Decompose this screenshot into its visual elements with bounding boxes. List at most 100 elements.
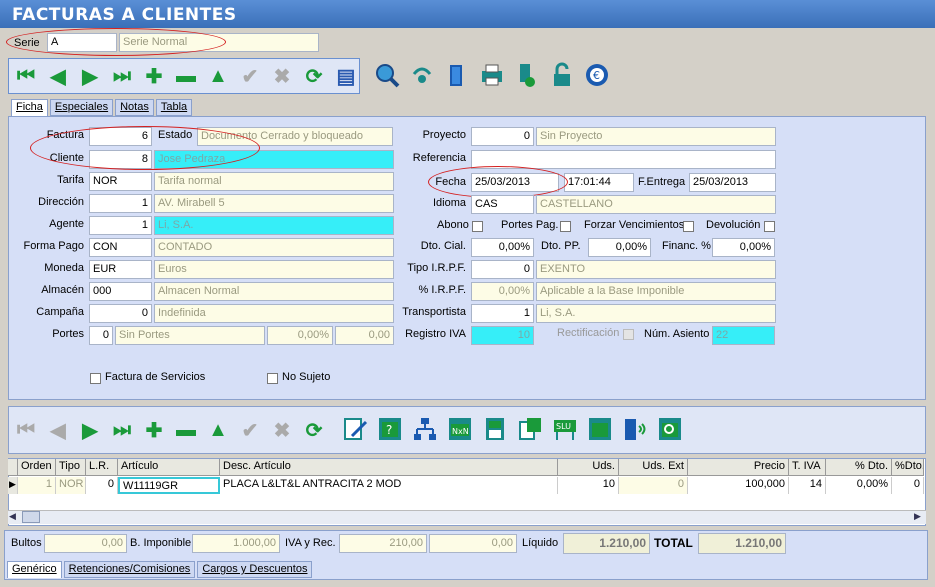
tab-notas[interactable]: Notas xyxy=(115,99,154,116)
tab-cargos-descuentos[interactable]: Cargos y Descuentos xyxy=(197,561,313,578)
portes-pag-checkbox[interactable] xyxy=(560,221,571,232)
exit-door-icon[interactable] xyxy=(442,60,472,90)
prev-record-icon[interactable]: ◀ xyxy=(44,62,72,90)
grid-header[interactable]: Uds. xyxy=(558,459,619,476)
lines-action-toolbar: ? NxN SLU xyxy=(340,414,685,444)
calculator-icon[interactable] xyxy=(480,414,510,444)
table-row[interactable]: ▶ 1 NOR 0 W11119GR PLACA L&LT&L ANTRACIT… xyxy=(8,477,924,494)
cancel-icon[interactable]: ✖ xyxy=(268,62,296,90)
refresh-icon[interactable]: ⟳ xyxy=(300,62,328,90)
refresh-lines-icon[interactable]: ⟳ xyxy=(300,416,328,444)
almacen-code-field[interactable]: 000 xyxy=(89,282,152,301)
agente-code-field[interactable]: 1 xyxy=(89,216,152,235)
grid-header[interactable]: T. IVA xyxy=(789,459,826,476)
prev-line-icon[interactable]: ◀ xyxy=(44,416,72,444)
financ-field[interactable]: 0,00% xyxy=(712,238,775,257)
grid-cell-articulo[interactable]: W11119GR xyxy=(118,477,220,494)
rectificacion-label: Rectificación xyxy=(557,327,620,339)
next-record-icon[interactable]: ▶ xyxy=(76,62,104,90)
grid-cell-tiva[interactable]: 14 xyxy=(789,477,826,494)
direccion-code-field[interactable]: 1 xyxy=(89,194,152,213)
transportista-code-field[interactable]: 1 xyxy=(471,304,534,323)
forzar-vencimientos-checkbox[interactable] xyxy=(683,221,694,232)
num-asiento-label: Núm. Asiento xyxy=(644,328,710,340)
dto-cial-field[interactable]: 0,00% xyxy=(471,238,534,257)
grid-header[interactable]: Artículo xyxy=(118,459,220,476)
registro-iva-label: Registro IVA xyxy=(405,328,466,340)
last-line-icon[interactable]: ⏭ xyxy=(108,416,136,444)
signal-icon[interactable] xyxy=(407,60,437,90)
grid-cell-dto[interactable]: 0,00% xyxy=(826,477,892,494)
edit-line-icon[interactable]: ▲ xyxy=(204,416,232,444)
tab-ficha[interactable]: Ficha xyxy=(11,99,48,116)
currency-exchange-icon[interactable] xyxy=(515,414,545,444)
add-line-icon[interactable]: ✚ xyxy=(140,416,168,444)
proyecto-code-field[interactable]: 0 xyxy=(471,127,534,146)
nxn-icon[interactable]: NxN xyxy=(445,414,475,444)
search-icon[interactable] xyxy=(372,60,402,90)
door-signal-icon[interactable] xyxy=(620,414,650,444)
grid-header[interactable]: Desc. Artículo xyxy=(220,459,558,476)
moneda-code-field[interactable]: EUR xyxy=(89,260,152,279)
help-window-icon[interactable]: ? xyxy=(375,414,405,444)
grid-cell-uds[interactable]: 10 xyxy=(558,477,619,494)
grid-header[interactable]: Tipo xyxy=(56,459,86,476)
list-icon[interactable]: ▤ xyxy=(332,62,360,90)
next-line-icon[interactable]: ▶ xyxy=(76,416,104,444)
dto-pp-field[interactable]: 0,00% xyxy=(588,238,651,257)
last-record-icon[interactable]: ⏭ xyxy=(108,62,136,90)
tab-retenciones[interactable]: Retenciones/Comisiones xyxy=(63,561,196,578)
grid-header[interactable]: %Dto.2 xyxy=(892,459,924,476)
grid-header[interactable]: Precio xyxy=(688,459,789,476)
grid-cell-desc[interactable]: PLACA L&LT&L ANTRACITA 2 MOD xyxy=(220,477,558,494)
edit-document-icon[interactable] xyxy=(340,414,370,444)
cancel-line-icon[interactable]: ✖ xyxy=(268,416,296,444)
abono-checkbox[interactable] xyxy=(472,221,483,232)
confirm-line-icon[interactable]: ✔ xyxy=(236,416,264,444)
no-sujeto-checkbox[interactable] xyxy=(267,373,278,384)
tipo-irpf-code-field[interactable]: 0 xyxy=(471,260,534,279)
confirm-icon[interactable]: ✔ xyxy=(236,62,264,90)
grid-cell-precio[interactable]: 100,000 xyxy=(688,477,789,494)
tab-generico[interactable]: Genérico xyxy=(7,561,62,578)
grid-header[interactable]: Orden xyxy=(18,459,56,476)
print-icon[interactable] xyxy=(477,60,507,90)
first-line-icon[interactable]: ⏮ xyxy=(12,416,40,444)
tarifa-code-field[interactable]: NOR xyxy=(89,172,152,191)
grid-header[interactable]: % Dto. xyxy=(826,459,892,476)
window-search-icon[interactable] xyxy=(655,414,685,444)
scroll-thumb[interactable] xyxy=(22,511,40,523)
scroll-left-icon[interactable]: ◀ xyxy=(9,511,16,522)
fecha-time-field[interactable]: 17:01:44 xyxy=(564,173,634,192)
tab-especiales[interactable]: Especiales xyxy=(49,99,114,116)
recargo-field: 0,00 xyxy=(429,534,517,553)
pct-irpf-field: 0,00% xyxy=(471,282,534,301)
portes-name-field: Sin Portes xyxy=(115,326,265,345)
slu-icon[interactable]: SLU xyxy=(550,414,580,444)
campana-code-field[interactable]: 0 xyxy=(89,304,152,323)
factura-servicios-checkbox[interactable] xyxy=(90,373,101,384)
lock-icon[interactable] xyxy=(547,60,577,90)
grid-header[interactable]: Uds. Ext xyxy=(619,459,688,476)
hierarchy-icon[interactable] xyxy=(410,414,440,444)
delete-line-icon[interactable]: ▬ xyxy=(172,416,200,444)
touch-icon[interactable] xyxy=(512,60,542,90)
idioma-code-field[interactable]: CAS xyxy=(471,195,534,214)
grid-cell-dto2[interactable]: 0 xyxy=(892,477,924,494)
first-record-icon[interactable]: ⏮ xyxy=(12,62,40,90)
delete-icon[interactable]: ▬ xyxy=(172,62,200,90)
rectificacion-checkbox[interactable] xyxy=(623,329,634,340)
euro-icon[interactable]: € xyxy=(582,60,612,90)
grid-cell-lr[interactable]: 0 xyxy=(86,477,118,494)
scroll-right-icon[interactable]: ▶ xyxy=(914,511,921,522)
f-entrega-field[interactable]: 25/03/2013 xyxy=(689,173,776,192)
add-icon[interactable]: ✚ xyxy=(140,62,168,90)
horizontal-scrollbar[interactable] xyxy=(8,510,926,524)
edit-up-icon[interactable]: ▲ xyxy=(204,62,232,90)
portes-code-field[interactable]: 0 xyxy=(89,326,113,345)
devolucion-checkbox[interactable] xyxy=(764,221,775,232)
window-check-icon[interactable] xyxy=(585,414,615,444)
forma-pago-code-field[interactable]: CON xyxy=(89,238,152,257)
tab-tabla[interactable]: Tabla xyxy=(155,99,193,116)
grid-header[interactable]: L.R. xyxy=(86,459,118,476)
